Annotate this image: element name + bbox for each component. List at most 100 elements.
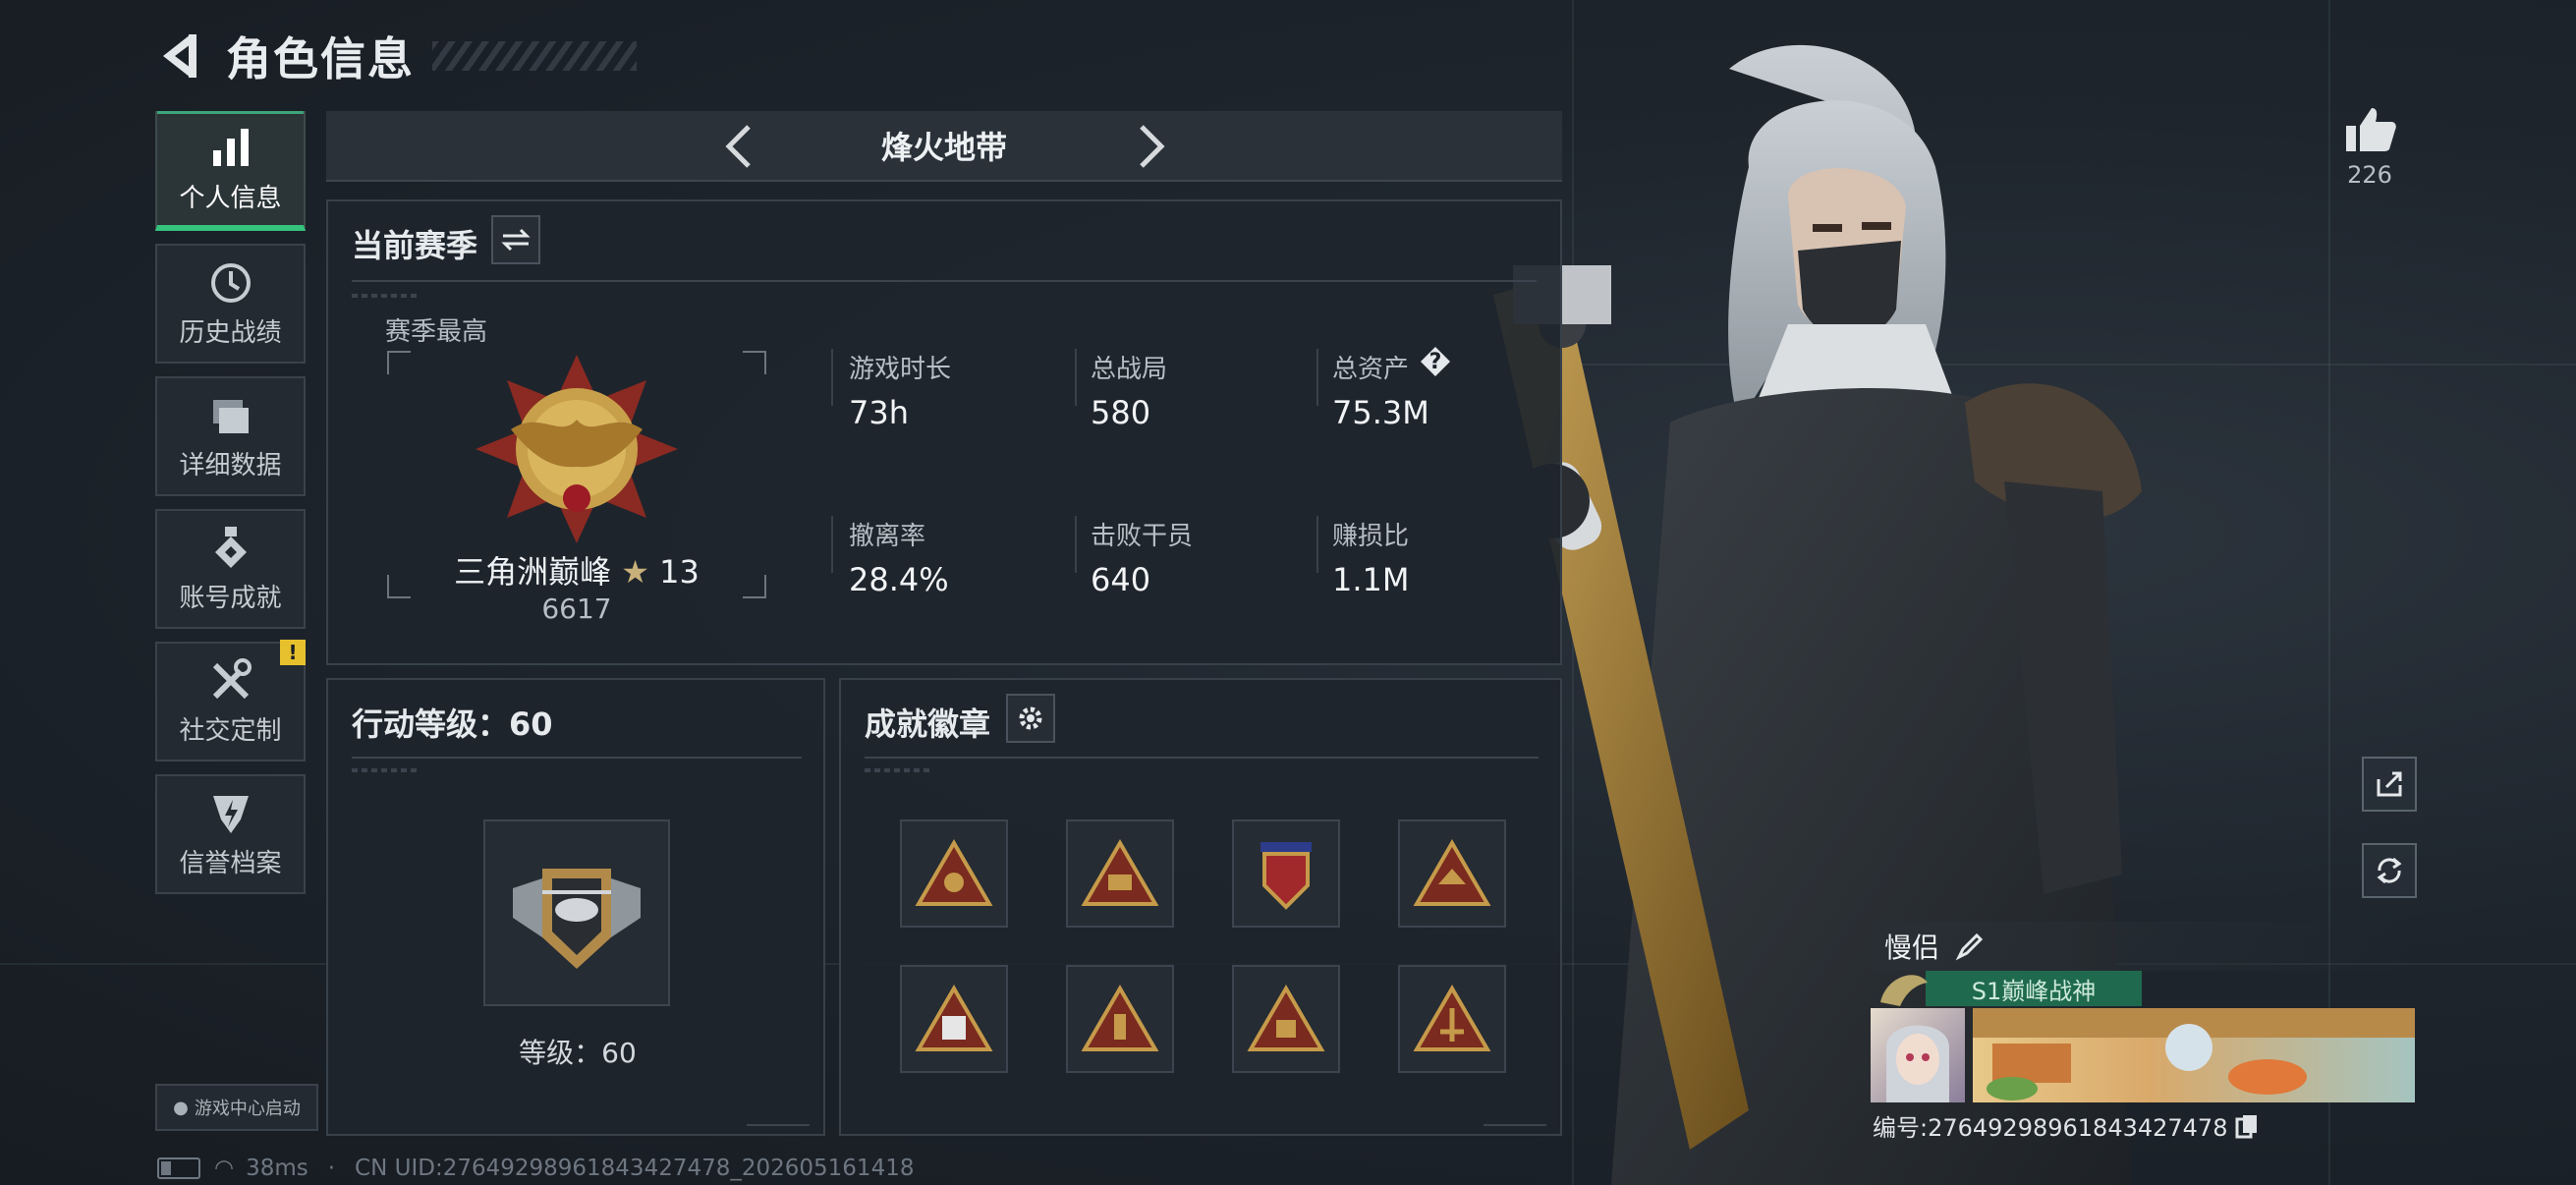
stat-value-playtime: 73h — [849, 394, 909, 431]
achievement-badge[interactable] — [900, 819, 1008, 928]
achievement-settings-button[interactable] — [1006, 694, 1055, 743]
stat-label-profit-ratio: 赚损比 — [1332, 522, 1410, 551]
player-card: 慢侣 S1巅峰战神 编号:2764929896184342747​8 — [1871, 922, 2415, 1144]
page-title: 角色信息 — [226, 32, 415, 85]
level-emblem-frame — [483, 819, 670, 1006]
section-divider — [865, 757, 1539, 759]
stat-value-total-assets: 75.3M — [1332, 394, 1429, 431]
wifi-icon: ◠ — [214, 1156, 235, 1181]
decor-mark — [352, 294, 419, 298]
next-mode-arrow-icon[interactable] — [1132, 123, 1171, 170]
achievement-triangle-icon — [1413, 839, 1491, 906]
rank-stars: 13 — [659, 553, 700, 591]
stat-value-profit-ratio: 1.1M — [1332, 561, 1410, 598]
decor-mark — [865, 768, 931, 772]
title-badge: S1巅峰战神 — [1926, 971, 2142, 1006]
cafe-banner-illustration — [1973, 1008, 2415, 1100]
warning-badge: ! — [280, 640, 306, 665]
section-divider — [352, 757, 802, 759]
reputation-icon — [212, 795, 249, 833]
rank-name: 三角洲巅峰 — [454, 553, 612, 591]
achievement-badge[interactable] — [900, 965, 1008, 1073]
edit-pencil-icon[interactable] — [1955, 931, 1985, 961]
rank-line: 三角洲巅峰 ★ 13 — [417, 547, 737, 592]
achievement-badge[interactable] — [1232, 965, 1340, 1073]
decor-mark — [747, 1116, 810, 1126]
sidebar-item-personal-info[interactable]: 个人信息 — [155, 111, 306, 231]
stat-label-total-assets: 总资产 — [1332, 355, 1410, 384]
profile-banner[interactable] — [1973, 1008, 2415, 1102]
stat-separator — [1316, 349, 1318, 406]
stat-label-extract-rate: 撤离率 — [849, 522, 926, 551]
season-title: 当前赛季 — [352, 227, 478, 264]
stat-separator — [1075, 516, 1077, 573]
season-best-label: 赛季最高 — [385, 317, 488, 347]
copy-icon[interactable] — [2235, 1113, 2259, 1139]
nickname-row: 慢侣 — [1873, 922, 2415, 971]
sidebar-item-reputation[interactable]: 信誉档案 — [155, 774, 306, 894]
like-widget[interactable]: 226 — [2338, 104, 2401, 189]
achievements-title: 成就徽章 — [865, 705, 991, 743]
stat-value-kills: 640 — [1091, 561, 1151, 598]
game-center-launch-button[interactable]: ● 游戏中心启动 — [155, 1084, 318, 1131]
sidebar-item-history[interactable]: 历史战绩 — [155, 244, 306, 364]
gear-icon — [1019, 706, 1042, 730]
achievements-panel: 成就徽章 — [839, 678, 1562, 1136]
switch-season-button[interactable] — [491, 215, 540, 264]
refresh-button[interactable] — [2362, 843, 2417, 898]
title-decoration — [432, 41, 637, 71]
prev-mode-arrow-icon[interactable] — [719, 123, 758, 170]
mode-selector: 烽火地带 — [326, 111, 1562, 182]
thumbs-up-icon — [2346, 108, 2396, 151]
achievement-triangle-icon — [1413, 985, 1491, 1051]
sidebar-item-social-custom[interactable]: 社交定制 ! — [155, 640, 306, 762]
action-level-panel: 行动等级：60 等级：60 — [326, 678, 825, 1136]
star-icon: ★ — [621, 553, 649, 591]
season-panel: 当前赛季 赛季最高 三角洲巅峰 ★ 13 6617 游戏时长 73h 总战局 5… — [326, 199, 1562, 665]
header-bar: 角色信息 — [155, 22, 637, 90]
ping-value: 38ms — [246, 1156, 308, 1181]
sidebar-item-label: 信誉档案 — [179, 848, 282, 878]
dragon-title-icon — [1880, 975, 1928, 1006]
achievement-triangle-icon — [1081, 839, 1159, 906]
medal-icon — [214, 526, 247, 568]
switch-arrows-icon — [501, 228, 531, 252]
achievement-badge[interactable] — [1398, 965, 1506, 1073]
achievement-shield-icon — [1260, 842, 1312, 910]
sidebar-item-detailed-data[interactable]: 详细数据 — [155, 376, 306, 496]
back-arrow-icon[interactable] — [155, 28, 202, 84]
sidebar: 个人信息 历史战绩 详细数据 账号成就 社交定制 ! 信誉档案 — [155, 111, 306, 907]
refresh-icon — [2377, 857, 2402, 884]
decor-mark — [1484, 1116, 1546, 1126]
tools-icon — [212, 657, 252, 699]
stat-label-total-matches: 总战局 — [1091, 355, 1168, 384]
dot-separator: · — [327, 1156, 336, 1181]
player-id: 编号:2764929896184342747​8 — [1873, 1114, 2228, 1142]
player-nickname: 慢侣 — [1884, 931, 1940, 964]
stat-separator — [831, 516, 833, 573]
stat-separator — [1075, 349, 1077, 406]
game-center-label: 游戏中心启动 — [194, 1099, 301, 1119]
share-button[interactable] — [2362, 757, 2417, 812]
player-avatar[interactable] — [1871, 1008, 1965, 1102]
rank-score: 6617 — [541, 592, 612, 625]
sidebar-item-achievements[interactable]: 账号成就 — [155, 509, 306, 629]
history-icon — [210, 262, 251, 303]
stat-label-playtime: 游戏时长 — [849, 355, 952, 384]
folder-icon — [212, 399, 249, 433]
achievement-badge[interactable] — [1398, 819, 1506, 928]
sidebar-item-label: 账号成就 — [179, 583, 282, 613]
achievement-badge[interactable] — [1066, 819, 1174, 928]
section-divider — [352, 280, 1537, 282]
stat-separator — [1316, 516, 1318, 573]
bar-chart-icon — [212, 128, 249, 166]
status-bar: ◠ 38ms · CN UID:27649298961843427478_202… — [157, 1156, 914, 1181]
stat-value-total-matches: 580 — [1091, 394, 1151, 431]
achievement-badge[interactable] — [1066, 965, 1174, 1073]
like-count: 226 — [2347, 161, 2392, 189]
help-icon[interactable]: ? — [1421, 347, 1450, 376]
achievement-triangle-icon — [1247, 985, 1325, 1051]
anime-avatar-icon — [1886, 1025, 1949, 1102]
achievement-triangle-icon — [915, 839, 993, 906]
achievement-badge[interactable] — [1232, 819, 1340, 928]
